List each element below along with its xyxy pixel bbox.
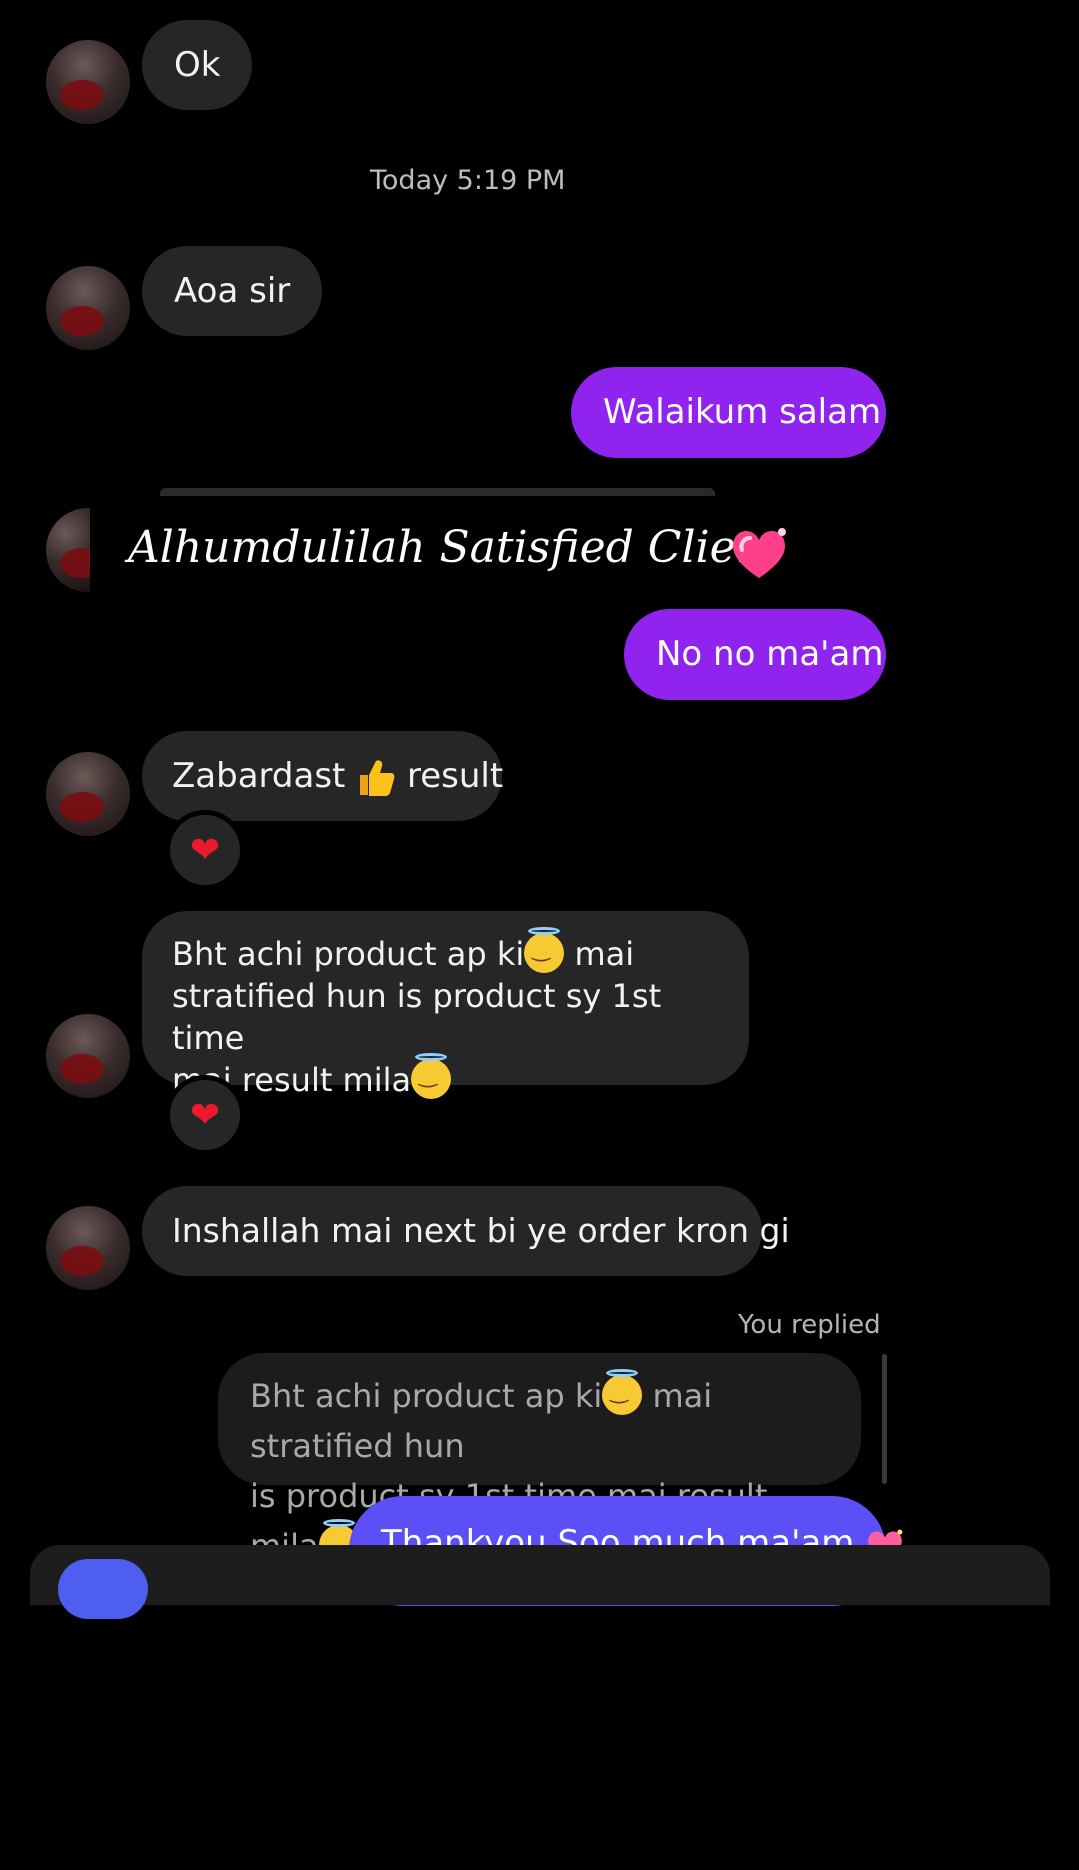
heart-reaction-icon: ❤ [189,1094,221,1136]
outgoing-bubble-nono[interactable]: No no ma'am [624,609,886,700]
smiling-face-with-halo-icon [411,1053,452,1099]
camera-button[interactable] [58,1559,148,1619]
reaction-heart[interactable]: ❤ [165,810,245,890]
message-bubble-aoa[interactable]: Aoa sir [142,246,323,336]
quoted-reply[interactable]: Bht achi product ap ki mai stratified hu… [218,1353,861,1565]
smiling-face-with-halo-icon [602,1369,643,1415]
outgoing-bubble-salam[interactable]: Walaikum salam [571,367,886,458]
heart-reaction-icon: ❤ [189,829,221,871]
shared-image-top-edge [160,488,715,496]
message-text: Aoa sir [174,271,291,311]
sparkling-heart-icon [733,528,786,578]
message-text: stratified hun is product sy 1st time [172,977,662,1057]
message-text: Bht achi product ap ki [172,935,525,973]
sender-avatar[interactable] [46,752,130,836]
message-bubble-review[interactable]: Bht achi product ap ki mai stratified hu… [142,911,749,1099]
sender-avatar[interactable] [46,1206,130,1290]
sender-avatar[interactable] [46,1014,130,1098]
message-bubble-zabardast[interactable]: Zabardast result [142,731,504,821]
reply-indicator-bar [882,1354,887,1484]
message-bubble-ok[interactable]: Ok [142,20,253,110]
smiling-face-with-halo-icon [524,927,565,973]
you-replied-label: You replied [738,1310,881,1340]
message-text: Inshallah mai next bi ye order kron gi [172,1211,790,1250]
reaction-heart[interactable]: ❤ [165,1075,245,1155]
sender-avatar[interactable] [46,508,90,592]
sender-avatar[interactable] [46,266,130,350]
message-text: No no ma'am [656,634,884,674]
message-text: Zabardast [172,756,346,796]
composer-bar[interactable] [30,1545,1050,1619]
timestamp: Today 5:19 PM [370,165,566,196]
message-text: mai [574,935,635,973]
message-text: Walaikum salam [603,392,882,432]
caption-text: Alhumdulilah Satisfied Client [128,522,782,573]
sender-avatar[interactable] [46,40,130,124]
message-text: result [407,756,504,796]
shared-image-caption[interactable]: Alhumdulilah Satisfied Client [128,522,782,573]
quoted-text: Bht achi product ap ki [250,1377,603,1415]
message-bubble-inshallah[interactable]: Inshallah mai next bi ye order kron gi [142,1186,790,1276]
message-text: Ok [174,45,221,85]
thumbs-up-icon [360,759,395,796]
